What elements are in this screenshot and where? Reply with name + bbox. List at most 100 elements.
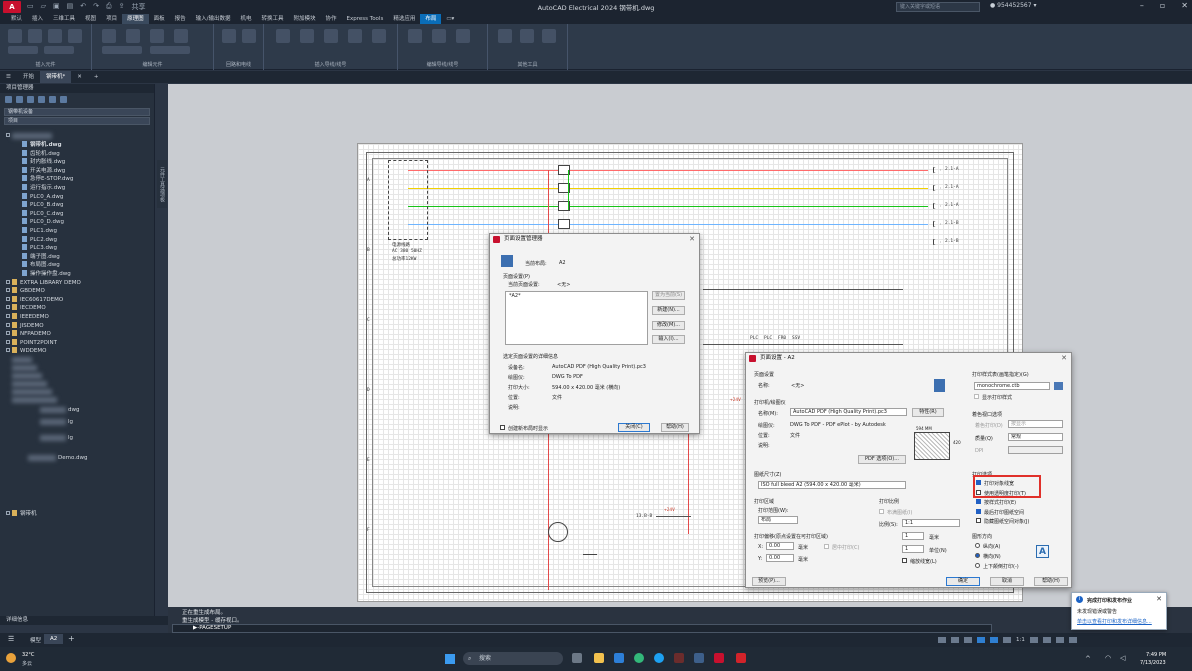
scale-numerator-input[interactable]: 1	[902, 532, 924, 540]
show-styles-checkbox[interactable]	[974, 394, 979, 399]
dialog-close-icon[interactable]: ✕	[1061, 353, 1067, 363]
tab-start[interactable]: 开始	[17, 71, 40, 83]
plot-status-icon[interactable]	[1055, 637, 1064, 643]
weather-temp[interactable]: 32°C	[22, 652, 34, 658]
pdf-options-button[interactable]: PDF 选项(O)...	[858, 455, 906, 464]
wifi-icon[interactable]: ◠	[1105, 654, 1111, 662]
polar-icon[interactable]	[990, 637, 998, 643]
clock-time[interactable]: 7:49 PM	[1146, 652, 1166, 658]
ribbon-tab[interactable]: 精选应用	[388, 14, 420, 24]
ribbon-tab[interactable]: 项目	[101, 14, 122, 24]
help-button[interactable]: 帮助(H)	[661, 423, 689, 432]
ok-button[interactable]: 确定	[946, 577, 980, 586]
customize-icon[interactable]	[1068, 637, 1077, 643]
view-select[interactable]: 项目	[4, 117, 150, 125]
cancel-button[interactable]: 取消	[990, 577, 1024, 586]
autocad-taskbar-icon[interactable]	[714, 653, 724, 663]
settings-icon[interactable]	[38, 96, 45, 103]
expand-icon[interactable]	[6, 288, 10, 293]
expand-icon[interactable]	[6, 339, 10, 344]
hamburger-icon[interactable]: ☰	[0, 71, 17, 83]
ribbon-tab[interactable]: 默认	[6, 14, 27, 24]
print-icon[interactable]: ⎙	[106, 2, 112, 12]
file-explorer-icon[interactable]	[594, 653, 604, 663]
plot-option-checkbox[interactable]	[976, 499, 981, 504]
expand-icon[interactable]	[6, 348, 10, 353]
x-offset-input[interactable]: 0.00	[766, 542, 794, 550]
new-button[interactable]: 新建(N)...	[652, 306, 685, 315]
tree-file[interactable]: Demo.dwg	[28, 454, 87, 463]
tree-file[interactable]: lg	[40, 434, 73, 443]
more-tabs-icon[interactable]: ▭▾	[441, 14, 459, 24]
clock-date[interactable]: 7/13/2023	[1140, 660, 1166, 666]
add-layout-icon[interactable]: +	[68, 634, 75, 643]
redo-icon[interactable]: ↷	[93, 2, 99, 12]
panel-footer[interactable]: 详细信息	[0, 616, 168, 625]
import-button[interactable]: 输入(I)...	[652, 335, 685, 344]
ortho-icon[interactable]	[977, 637, 985, 643]
close-icon[interactable]: ✕	[1181, 1, 1188, 10]
undo-icon[interactable]: ↶	[80, 2, 86, 12]
ribbon-tab[interactable]: 附加模块	[289, 14, 321, 24]
paper-icon[interactable]	[938, 637, 946, 643]
command-input[interactable]: ▶-PAGESETUP	[172, 624, 992, 633]
saveas-icon[interactable]: ▤	[67, 2, 74, 12]
new-icon[interactable]: ▭	[27, 2, 34, 12]
osnap-icon[interactable]	[1003, 637, 1011, 643]
ribbon-tab[interactable]: 机电	[235, 14, 256, 24]
ribbon-tab[interactable]: 输入/输出数据	[191, 14, 236, 24]
plot-option-checkbox[interactable]	[976, 518, 981, 523]
notification-close-icon[interactable]: ✕	[1156, 595, 1162, 603]
expand-icon[interactable]	[6, 314, 10, 318]
tree-file[interactable]: dwg	[40, 406, 79, 415]
tab-model[interactable]: 模型	[26, 635, 45, 645]
plot-option-checkbox[interactable]	[976, 508, 981, 514]
tab-close-icon[interactable]: ✕	[71, 71, 88, 83]
store-icon[interactable]	[614, 653, 624, 663]
list-item[interactable]: *A2*	[509, 293, 521, 299]
modify-button[interactable]: 修改(M)...	[652, 321, 685, 330]
ribbon-tab[interactable]: Express Tools	[342, 14, 389, 24]
maximize-icon[interactable]: ▫	[1160, 1, 1165, 10]
acrobat-icon[interactable]	[736, 653, 746, 663]
task-view-icon[interactable]	[572, 653, 582, 663]
ribbon-tab[interactable]: 协作	[321, 14, 342, 24]
printer-select[interactable]: AutoCAD PDF (High Quality Print).pc3	[790, 408, 907, 416]
center-plot-checkbox[interactable]	[824, 544, 829, 549]
new-project-icon[interactable]	[16, 96, 23, 103]
scale-denominator-input[interactable]: 1	[902, 545, 924, 553]
dialog-close-icon[interactable]: ✕	[689, 234, 695, 244]
save-icon[interactable]: ▣	[53, 2, 60, 12]
ribbon-tab[interactable]: 视图	[80, 14, 101, 24]
set-current-button[interactable]: 置为当前(S)	[652, 291, 685, 300]
side-tab-palette[interactable]: 元件工具选项板	[157, 160, 167, 208]
expand-icon[interactable]	[6, 305, 10, 310]
expand-icon[interactable]	[6, 511, 10, 515]
tree-project[interactable]: 钢带机	[6, 510, 37, 519]
app-logo[interactable]: A	[3, 1, 21, 13]
properties-button[interactable]: 特性(R)	[912, 408, 944, 417]
refresh-icon[interactable]	[27, 96, 34, 103]
hamburger-icon[interactable]: ☰	[8, 635, 14, 643]
share-label[interactable]: 共享	[132, 2, 146, 12]
orientation-radio[interactable]	[975, 543, 980, 548]
close-button[interactable]: 关闭(C)	[618, 423, 650, 432]
expand-icon[interactable]	[6, 296, 10, 301]
scale-lineweights-checkbox[interactable]	[902, 558, 907, 563]
paper-size-select[interactable]: ISO full bleed A2 (594.00 x 420.00 毫米)	[758, 481, 906, 489]
y-offset-input[interactable]: 0.00	[766, 554, 794, 562]
user-account[interactable]: ● 954452567 ▾	[990, 2, 1036, 9]
workspace-icon[interactable]	[1042, 637, 1051, 643]
snap-icon[interactable]	[964, 637, 972, 643]
dpi-input[interactable]	[1008, 446, 1063, 454]
tab-layout-a2[interactable]: A2	[44, 634, 64, 644]
tree-file[interactable]: lg	[40, 418, 73, 427]
scale-select[interactable]: 1:1	[902, 519, 960, 527]
ribbon-tab[interactable]: 布局	[420, 14, 442, 24]
page-setup-list[interactable]: *A2*	[505, 291, 648, 345]
annotation-icon[interactable]	[1029, 637, 1038, 643]
app-icon[interactable]	[674, 653, 684, 663]
ribbon-tab[interactable]: 面板	[149, 14, 170, 24]
tray-chevron-icon[interactable]: ^	[1085, 655, 1091, 663]
help-icon[interactable]	[60, 96, 67, 103]
